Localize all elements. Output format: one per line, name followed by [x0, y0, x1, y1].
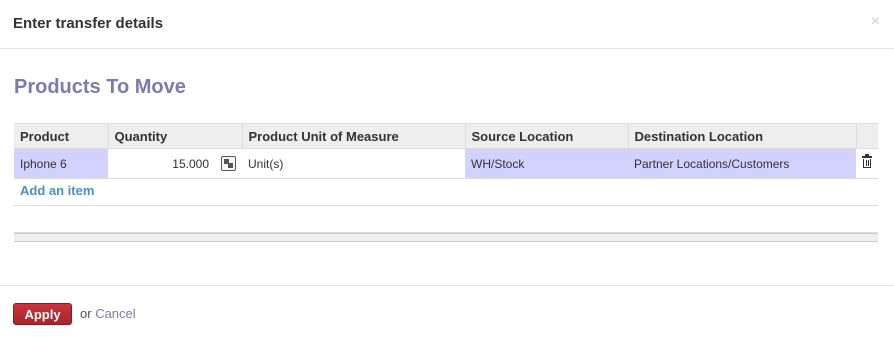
add-item-row: Add an item: [14, 179, 878, 206]
column-header-actions: [856, 123, 878, 149]
dialog-footer: Apply or Cancel: [0, 285, 894, 337]
column-header-quantity[interactable]: Quantity: [108, 123, 243, 149]
source-location-cell[interactable]: WH/Stock: [465, 148, 628, 179]
column-header-product[interactable]: Product: [14, 123, 109, 149]
empty-row: [14, 206, 878, 233]
grid-footer: [14, 233, 878, 242]
products-table: Product Quantity Product Unit of Measure…: [14, 123, 878, 179]
delete-cell[interactable]: [856, 148, 878, 179]
section-title: Products To Move: [14, 76, 186, 98]
quantity-value: 15.000: [172, 156, 209, 171]
dialog-title: Enter transfer details: [13, 15, 164, 32]
column-header-destination-location[interactable]: Destination Location: [628, 123, 857, 149]
footer-text: or Cancel: [80, 306, 136, 321]
quantity-cell[interactable]: 15.000: [108, 148, 242, 179]
products-grid: Product Quantity Product Unit of Measure…: [14, 123, 878, 242]
uom-cell[interactable]: Unit(s): [242, 148, 465, 179]
add-item-link[interactable]: Add an item: [20, 183, 94, 198]
cancel-link[interactable]: Cancel: [95, 306, 135, 321]
close-icon[interactable]: ×: [871, 14, 880, 30]
dialog-header: Enter transfer details ×: [0, 0, 894, 49]
destination-location-cell[interactable]: Partner Locations/Customers: [628, 148, 856, 179]
table-row[interactable]: Iphone 6 15.000 Unit(s) WH/Stock Partner…: [14, 148, 878, 179]
column-header-source-location[interactable]: Source Location: [465, 123, 629, 149]
apply-button[interactable]: Apply: [13, 303, 72, 325]
column-header-uom[interactable]: Product Unit of Measure: [242, 123, 466, 149]
product-cell[interactable]: Iphone 6: [14, 148, 108, 179]
trash-icon[interactable]: [862, 154, 872, 168]
split-icon[interactable]: [221, 156, 236, 171]
table-header-row: Product Quantity Product Unit of Measure…: [14, 123, 878, 149]
or-label: or: [80, 306, 92, 321]
